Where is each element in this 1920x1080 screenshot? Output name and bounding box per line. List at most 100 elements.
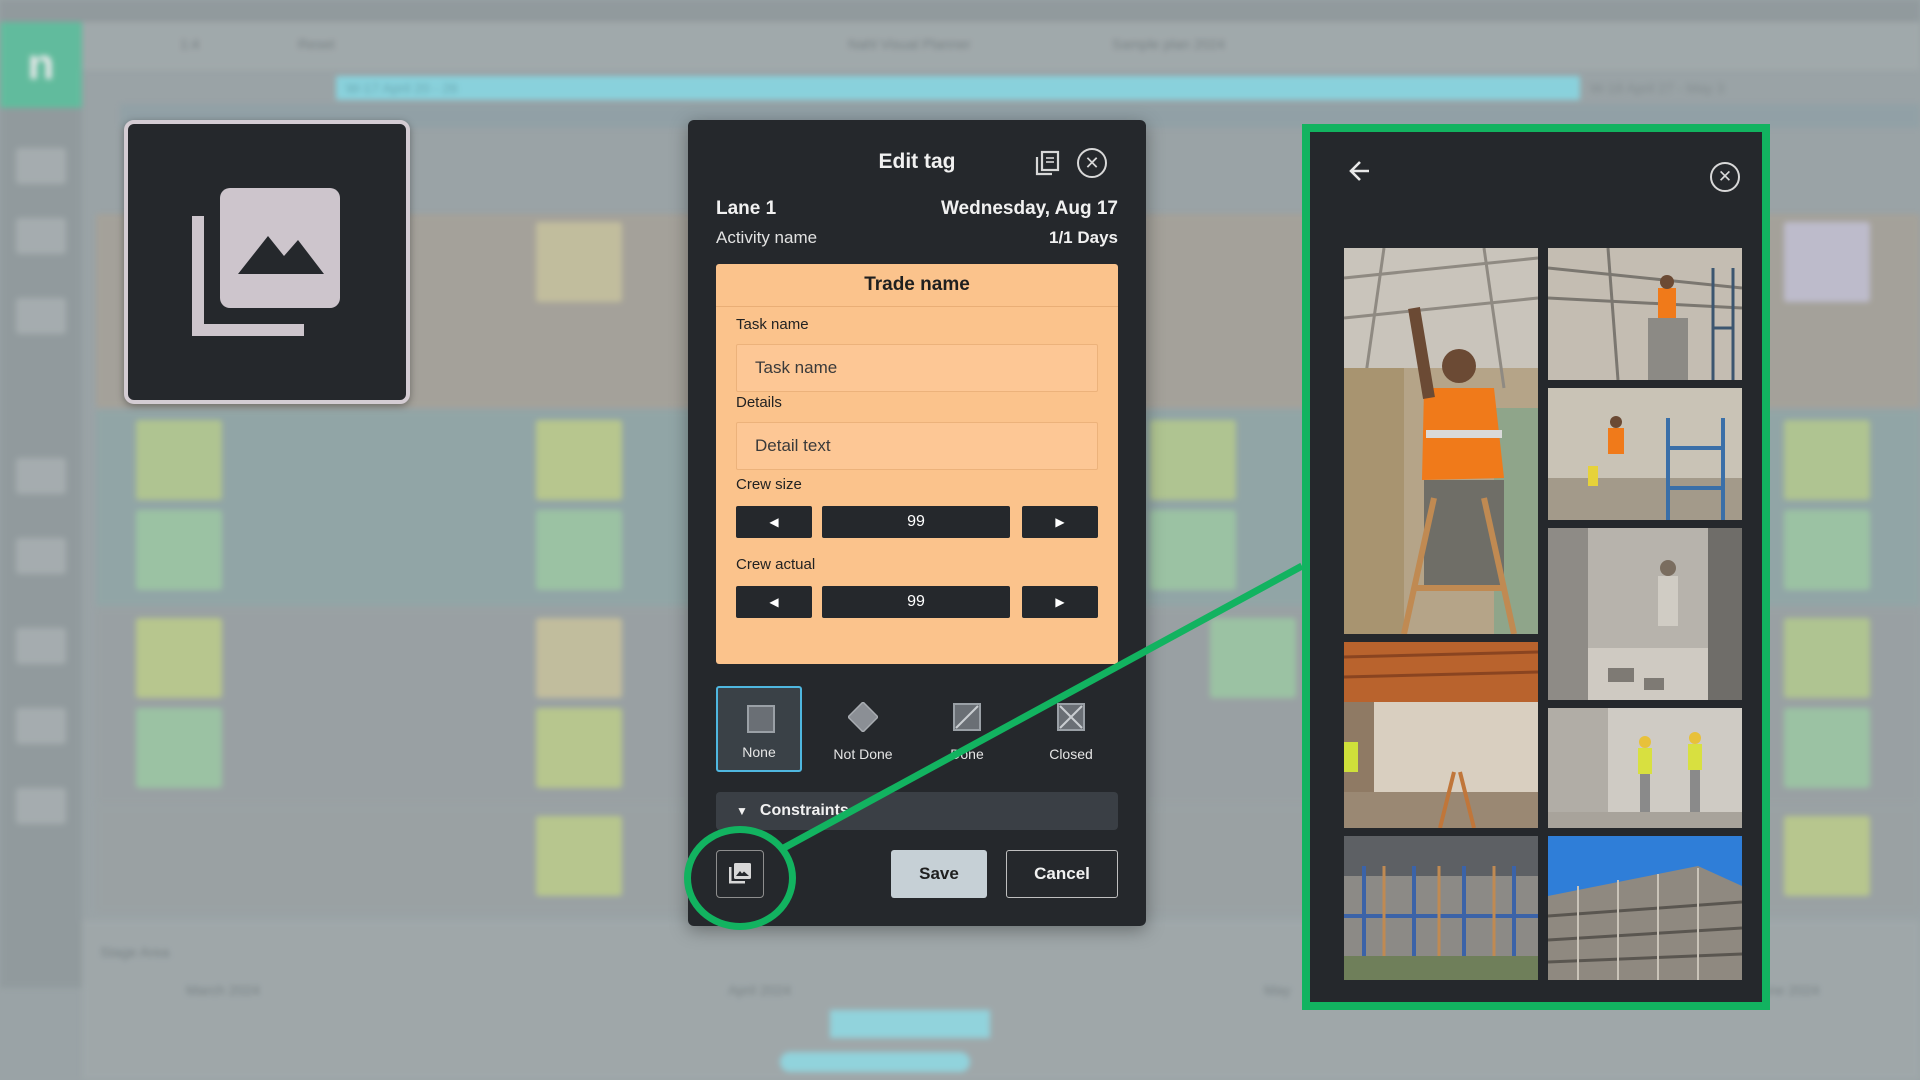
gallery-photo[interactable]: [1548, 836, 1742, 980]
app-title: Nahl Visual Planner: [848, 36, 971, 52]
sidebar-item[interactable]: [16, 788, 66, 824]
gallery-photo[interactable]: [1548, 528, 1742, 700]
caret-down-icon: ▼: [736, 804, 748, 818]
photo-gallery-panel: ✕: [1302, 124, 1770, 1010]
timeline-scrollbar[interactable]: [780, 1052, 970, 1072]
tag-card[interactable]: [136, 708, 222, 788]
status-closed-option[interactable]: Closed: [1028, 686, 1114, 772]
duration-days: 1/1 Days: [1049, 228, 1118, 248]
gallery-icon: [192, 188, 340, 336]
crew-actual-increment-button[interactable]: ▶: [1022, 586, 1098, 618]
gallery-photo[interactable]: [1344, 642, 1538, 828]
month-label: May: [1264, 982, 1291, 998]
status-none-icon: [747, 705, 775, 733]
copy-icon[interactable]: [1032, 148, 1062, 178]
tag-card[interactable]: [536, 510, 622, 590]
month-label: March 2024: [186, 982, 260, 998]
crew-size-value[interactable]: 99: [822, 506, 1010, 538]
sidebar-item[interactable]: [16, 628, 66, 664]
tag-card[interactable]: [536, 222, 622, 302]
cancel-button[interactable]: Cancel: [1006, 850, 1118, 898]
week-label: W-17 April 20 - 26: [346, 80, 458, 96]
gallery-photo[interactable]: [1548, 708, 1742, 828]
status-label: Done: [950, 746, 984, 762]
month-label: April 2024: [728, 982, 792, 998]
trade-name[interactable]: Trade name: [716, 264, 1118, 307]
task-name-input[interactable]: [736, 344, 1098, 392]
tag-card[interactable]: [536, 618, 622, 698]
caret-right-icon: ▶: [1055, 515, 1065, 529]
gallery-icon-zoom: [124, 120, 410, 404]
sidebar-item[interactable]: [16, 148, 66, 184]
plan-name: Sample plan 2024: [1112, 36, 1225, 52]
status-label: Closed: [1049, 746, 1093, 762]
status-closed-icon: [1057, 703, 1085, 731]
tag-card[interactable]: [1784, 222, 1870, 302]
status-not-done-option[interactable]: Not Done: [820, 686, 906, 772]
close-icon[interactable]: ✕: [1710, 162, 1740, 192]
lane-name: Lane 1: [716, 198, 777, 219]
tag-card[interactable]: [1210, 618, 1296, 698]
edit-tag-dialog: Edit tag ✕ Lane 1 Wednesday, Aug 17 Acti…: [688, 120, 1146, 926]
reset-button[interactable]: Reset: [298, 36, 335, 52]
sidebar-item[interactable]: [16, 218, 66, 254]
tag-card[interactable]: [1784, 510, 1870, 590]
gallery-photo[interactable]: [1344, 248, 1538, 634]
toolbar: 1:4 Reset Nahl Visual Planner Sample pla…: [0, 22, 1920, 70]
sidebar-item[interactable]: [16, 458, 66, 494]
tag-card[interactable]: [1784, 816, 1870, 896]
status-done-option[interactable]: Done: [924, 686, 1010, 772]
sidebar: [0, 108, 82, 988]
callout-circle: [684, 826, 796, 930]
tag-card[interactable]: [1150, 510, 1236, 590]
zoom-value: 1:4: [180, 36, 200, 52]
caret-left-icon: ◀: [769, 515, 779, 529]
caret-right-icon: ▶: [1055, 595, 1065, 609]
details-label: Details: [736, 394, 782, 411]
week-label: W-18 April 27 - May 3: [1590, 80, 1725, 96]
crew-size-decrement-button[interactable]: ◀: [736, 506, 812, 538]
window-titlebar: [0, 0, 1920, 22]
gallery-photo[interactable]: [1344, 836, 1538, 980]
timeline-highlight[interactable]: [830, 1010, 990, 1038]
week-header: W-17 April 20 - 26: [336, 76, 1580, 100]
sidebar-item[interactable]: [16, 708, 66, 744]
tag-card[interactable]: [536, 708, 622, 788]
tag-card[interactable]: [136, 618, 222, 698]
crew-actual-value[interactable]: 99: [822, 586, 1010, 618]
sidebar-item[interactable]: [16, 298, 66, 334]
status-done-icon: [953, 703, 981, 731]
tag-card[interactable]: [1784, 618, 1870, 698]
status-not-done-icon: [848, 702, 878, 732]
constraints-toggle[interactable]: ▼ Constraints: [716, 792, 1118, 830]
status-none-option[interactable]: None: [716, 686, 802, 772]
tag-card[interactable]: [136, 510, 222, 590]
details-input[interactable]: [736, 422, 1098, 470]
tag-card[interactable]: [136, 420, 222, 500]
task-name-label: Task name: [736, 316, 809, 333]
status-label: Not Done: [833, 746, 893, 762]
trade-panel: Trade name Task name Details Crew size ◀…: [716, 264, 1118, 664]
status-label: None: [742, 744, 776, 760]
tag-card[interactable]: [536, 816, 622, 896]
back-arrow-icon[interactable]: [1346, 158, 1376, 188]
tag-card[interactable]: [536, 420, 622, 500]
tag-date: Wednesday, Aug 17: [940, 198, 1118, 219]
crew-size-increment-button[interactable]: ▶: [1022, 506, 1098, 538]
gallery-photo[interactable]: [1548, 388, 1742, 520]
area-label: Stage Area: [100, 944, 170, 960]
save-button[interactable]: Save: [891, 850, 987, 898]
crew-actual-label: Crew actual: [736, 556, 816, 573]
gallery-photo[interactable]: [1548, 248, 1742, 380]
constraints-label: Constraints: [759, 802, 849, 819]
days-value: 1/1: [1048, 228, 1073, 247]
crew-actual-decrement-button[interactable]: ◀: [736, 586, 812, 618]
tag-card[interactable]: [1784, 708, 1870, 788]
sidebar-item[interactable]: [16, 538, 66, 574]
tag-card[interactable]: [1150, 420, 1236, 500]
tag-card[interactable]: [1784, 420, 1870, 500]
days-unit: Days: [1077, 228, 1118, 247]
close-icon[interactable]: ✕: [1077, 148, 1107, 178]
crew-size-label: Crew size: [736, 476, 802, 493]
caret-left-icon: ◀: [769, 595, 779, 609]
